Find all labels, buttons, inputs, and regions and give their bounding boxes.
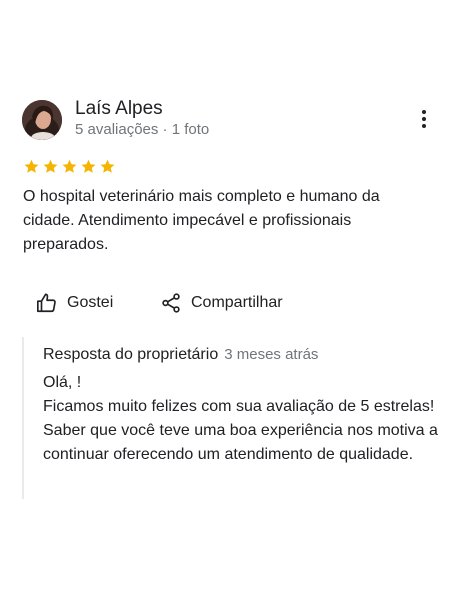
review-header: Laís Alpes 5 avaliações · 1 foto xyxy=(22,98,442,142)
star-icon xyxy=(23,158,40,178)
owner-reply: Resposta do proprietário 3 meses atrás Ol… xyxy=(22,337,444,499)
review-card: Laís Alpes 5 avaliações · 1 foto O hospi… xyxy=(0,0,461,600)
like-button[interactable]: Gostei xyxy=(36,290,113,316)
share-button[interactable]: Compartilhar xyxy=(160,290,283,316)
star-icon xyxy=(42,158,59,178)
star-icon xyxy=(80,158,97,178)
owner-reply-text: Olá, ! Ficamos muito felizes com sua ava… xyxy=(43,374,438,463)
share-icon xyxy=(162,293,180,313)
avatar[interactable] xyxy=(22,100,62,140)
author-meta: 5 avaliações · 1 foto xyxy=(75,121,210,138)
owner-reply-title: Resposta do proprietário xyxy=(43,346,219,363)
star-icon xyxy=(99,158,116,178)
share-label: Compartilhar xyxy=(191,294,283,311)
review-text: O hospital veterinário mais completo e h… xyxy=(23,188,380,253)
owner-reply-time: 3 meses atrás xyxy=(224,346,319,363)
author-name[interactable]: Laís Alpes xyxy=(75,98,163,120)
star-icon xyxy=(61,158,78,178)
more-options-button[interactable] xyxy=(416,110,432,132)
star-rating xyxy=(23,158,116,178)
more-vert-icon xyxy=(422,110,426,114)
like-label: Gostei xyxy=(67,294,114,311)
thumb-up-icon xyxy=(37,293,56,313)
avatar-photo xyxy=(22,100,62,140)
owner-reply-header: Resposta do proprietário 3 meses atrás xyxy=(43,346,318,364)
